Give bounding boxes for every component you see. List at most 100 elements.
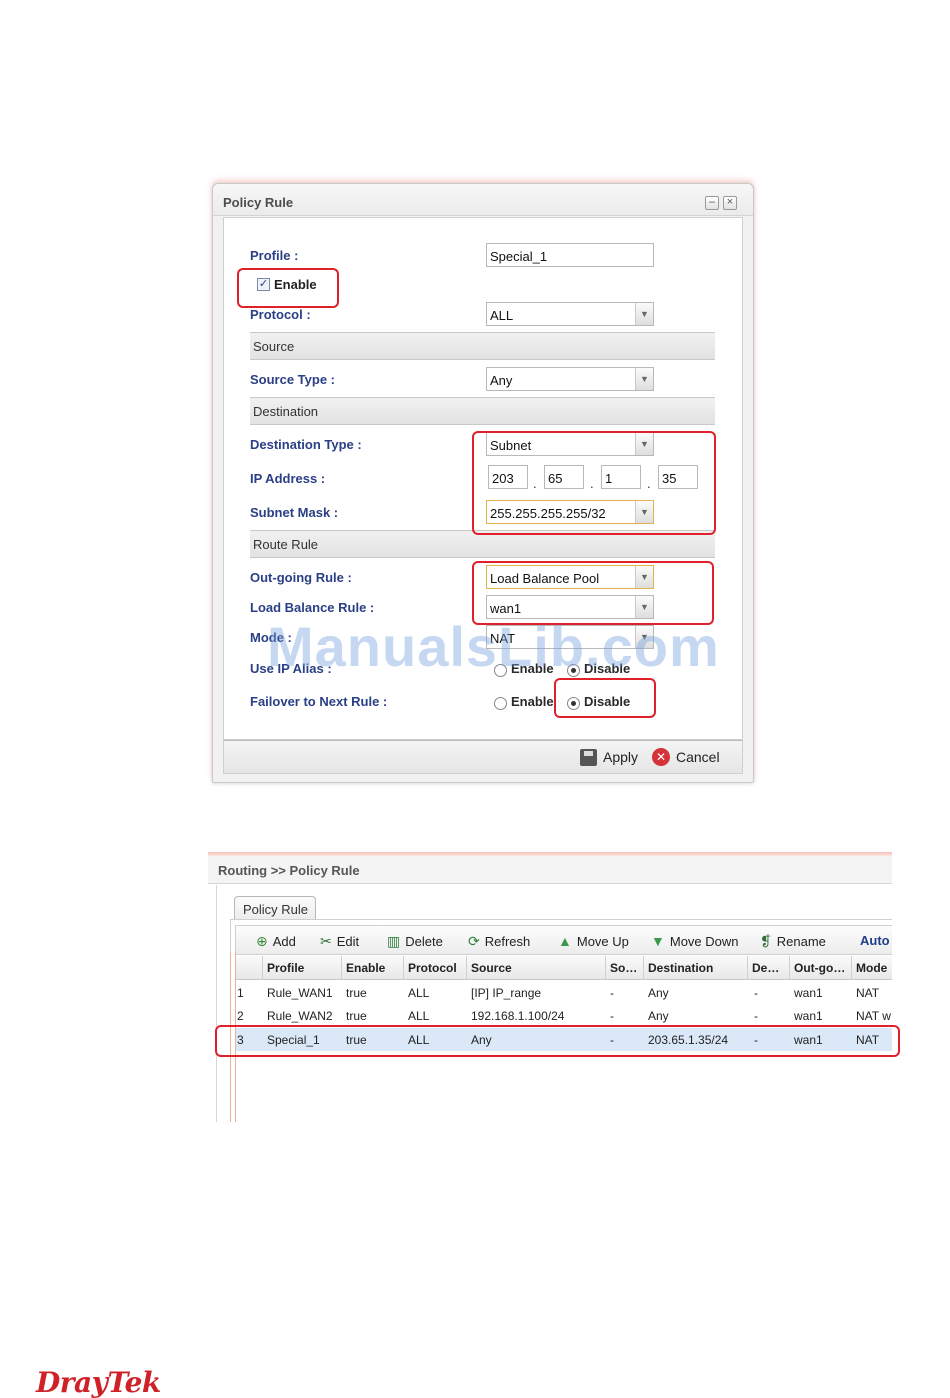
edit-icon: ✂ (320, 933, 332, 949)
minimize-icon[interactable]: – (705, 196, 719, 210)
row-source: 192.168.1.100/24 (471, 1009, 565, 1023)
source-type-select[interactable]: Any ▼ (486, 367, 654, 391)
refresh-button[interactable]: ⟳ Refresh (468, 933, 530, 950)
row-source: [IP] IP_range (471, 986, 542, 1000)
row-destination: Any (648, 986, 669, 1000)
watermark: ManualsLib.com (267, 615, 720, 678)
move-down-label: Move Down (669, 933, 739, 949)
tab-policy-rule[interactable]: Policy Rule (234, 896, 316, 920)
failover-enable-radio[interactable] (494, 697, 507, 710)
chevron-down-icon[interactable]: ▼ (635, 303, 653, 325)
row-mode: NAT w (856, 1009, 891, 1023)
failover-label: Failover to Next Rule : (250, 694, 388, 709)
move-down-button[interactable]: ▼ Move Down (651, 933, 739, 949)
edit-label: Edit (336, 934, 360, 949)
col-outgoing[interactable]: Out-go… (790, 956, 852, 980)
auto-label: Auto l (860, 933, 892, 948)
row-enable: true (346, 1009, 367, 1023)
profile-label: Profile : (250, 248, 299, 263)
refresh-label: Refresh (484, 934, 531, 949)
protocol-label: Protocol : (250, 307, 311, 322)
highlight-enable (237, 268, 339, 308)
dialog-footer: Apply ✕ Cancel (223, 740, 743, 774)
add-icon: ⊕ (256, 933, 268, 949)
col-mode[interactable]: Mode (852, 956, 892, 980)
protocol-value: ALL (490, 308, 514, 323)
dialog-title: Policy Rule (223, 195, 294, 210)
col-enable[interactable]: Enable (342, 956, 404, 980)
ip-address-label: IP Address : (250, 471, 326, 486)
cancel-button[interactable]: ✕ Cancel (652, 741, 720, 773)
apply-label: Apply (603, 749, 639, 765)
save-icon (580, 748, 597, 766)
refresh-icon: ⟳ (468, 933, 480, 949)
auto-button[interactable]: Auto l (860, 933, 892, 948)
arrow-up-icon: ▲ (558, 933, 572, 949)
highlight-destination (472, 431, 716, 535)
outgoing-rule-label: Out-going Rule : (250, 570, 352, 585)
source-section-header: Source (250, 332, 715, 360)
highlight-special-row (215, 1025, 900, 1057)
destination-section-header: Destination (250, 397, 715, 425)
row-index: 2 (237, 1009, 244, 1023)
cancel-icon: ✕ (652, 748, 670, 766)
delete-label: Delete (405, 934, 443, 949)
breadcrumb-text: Routing >> Policy Rule (218, 863, 360, 878)
subnet-mask-label: Subnet Mask : (250, 505, 339, 520)
apply-button[interactable]: Apply (580, 741, 638, 773)
col-destination[interactable]: Destination (644, 956, 748, 980)
profile-input[interactable]: Special_1 (486, 243, 654, 267)
rename-icon: ❡ (760, 933, 772, 949)
protocol-select[interactable]: ALL ▼ (486, 302, 654, 326)
rename-label: Rename (776, 934, 826, 949)
grid-header: Profile Enable Protocol Source So… Desti… (235, 956, 892, 980)
row-enable: true (346, 986, 367, 1000)
cancel-label: Cancel (676, 749, 720, 765)
move-up-label: Move Up (576, 933, 629, 949)
row-outgoing: wan1 (794, 1009, 823, 1023)
row-profile: Rule_WAN2 (267, 1009, 333, 1023)
add-button[interactable]: ⊕ Add (256, 933, 296, 950)
source-type-value: Any (490, 373, 513, 388)
table-row[interactable]: 2 Rule_WAN2 true ALL 192.168.1.100/24 - … (235, 1004, 892, 1027)
policy-rule-list-panel: Routing >> Policy Rule Policy Rule ⊕ Add … (208, 852, 892, 1122)
row-protocol: ALL (408, 986, 430, 1000)
row-mode: NAT (856, 986, 880, 1000)
toolbar: ⊕ Add ✂ Edit ▥ Delete ⟳ Refresh ▲ Move Up ▼ Mo… (235, 925, 892, 955)
trash-icon: ▥ (387, 933, 401, 949)
load-balance-rule-label: Load Balance Rule : (250, 600, 375, 615)
row-destination: Any (648, 1009, 669, 1023)
draytek-logo: DrayTek (36, 1366, 161, 1398)
add-label: Add (272, 934, 296, 949)
row-destination-port: - (754, 1009, 758, 1023)
delete-button[interactable]: ▥ Delete (387, 933, 443, 950)
move-up-button[interactable]: ▲ Move Up (558, 933, 629, 949)
edit-button[interactable]: ✂ Edit (320, 933, 359, 950)
chevron-down-icon[interactable]: ▼ (635, 368, 653, 390)
row-index: 1 (237, 986, 244, 1000)
col-protocol[interactable]: Protocol (404, 956, 467, 980)
row-profile: Rule_WAN1 (267, 986, 333, 1000)
dialog-titlebar[interactable]: Policy Rule – × (213, 184, 753, 216)
rename-button[interactable]: ❡ Rename (760, 933, 826, 950)
destination-section-title: Destination (253, 404, 319, 419)
row-destination-port: - (754, 986, 758, 1000)
failover-enable-label: Enable (511, 694, 554, 709)
col-source[interactable]: Source (467, 956, 606, 980)
col-profile[interactable]: Profile (263, 956, 342, 980)
highlight-failover (554, 678, 656, 718)
arrow-down-icon: ▼ (651, 933, 665, 949)
tab-label: Policy Rule (243, 902, 309, 917)
policy-rule-grid: ⊕ Add ✂ Edit ▥ Delete ⟳ Refresh ▲ Move Up ▼ Mo… (230, 919, 892, 1122)
source-section-title: Source (253, 339, 295, 354)
row-outgoing: wan1 (794, 986, 823, 1000)
route-rule-section-title: Route Rule (253, 537, 319, 552)
col-source-port[interactable]: So… (606, 956, 644, 980)
col-index (235, 956, 263, 980)
table-row[interactable]: 1 Rule_WAN1 true ALL [IP] IP_range - Any… (235, 981, 892, 1004)
breadcrumb: Routing >> Policy Rule (208, 856, 892, 884)
row-protocol: ALL (408, 1009, 430, 1023)
close-icon[interactable]: × (723, 196, 737, 210)
source-type-label: Source Type : (250, 372, 336, 387)
col-destination-port[interactable]: De… (748, 956, 790, 980)
